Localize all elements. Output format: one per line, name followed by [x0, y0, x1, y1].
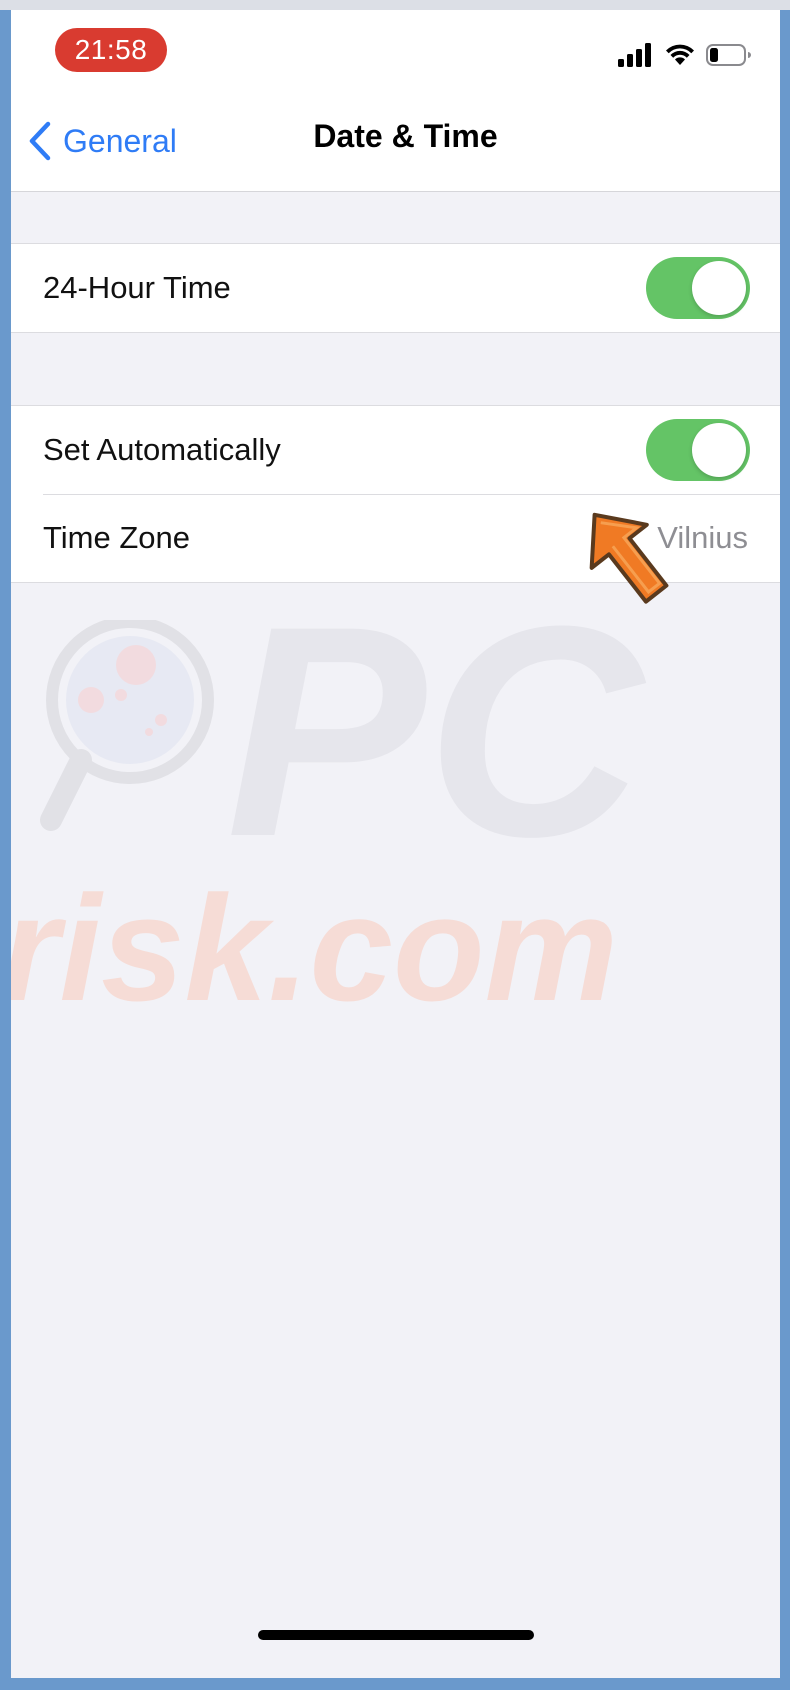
page-title: Date & Time — [313, 118, 498, 154]
settings-row-label: Time Zone — [43, 520, 191, 555]
status-icons — [618, 40, 752, 70]
home-indicator[interactable] — [258, 1630, 534, 1640]
cellular-signal-icon — [618, 43, 651, 67]
back-button[interactable]: General — [27, 115, 177, 167]
settings-row-time-zone[interactable]: Time Zone Vilnius — [11, 494, 780, 582]
toggle-knob — [692, 261, 746, 315]
group-date-time-settings: Set Automatically Time Zone Vilnius — [11, 405, 780, 583]
navigation-header: 21:58 General Date & Time — [11, 10, 780, 192]
watermark-risk: risk.com — [11, 864, 618, 1020]
phone-screen: 21:58 General Date & Time 24-Hour Time S… — [11, 10, 780, 1678]
settings-row-label: Set Automatically — [43, 432, 281, 467]
settings-row-set-automatically: Set Automatically — [11, 406, 780, 494]
pcrisk-watermark: PC risk.com — [11, 620, 646, 1020]
wifi-icon — [666, 44, 694, 65]
toggle-set-automatically[interactable] — [646, 419, 750, 481]
settings-row-label: 24-Hour Time — [43, 270, 231, 305]
back-button-label: General — [63, 122, 177, 159]
chevron-left-icon — [29, 121, 51, 161]
screenshot-top-border — [0, 0, 790, 10]
watermark-pc: PC — [226, 620, 646, 899]
status-time: 21:58 — [55, 28, 167, 72]
time-zone-value: Vilnius — [657, 520, 748, 555]
toggle-24-hour-time[interactable] — [646, 257, 750, 319]
toggle-knob — [692, 423, 746, 477]
settings-row-24-hour-time: 24-Hour Time — [11, 244, 780, 332]
battery-icon — [706, 44, 751, 66]
group-time-format: 24-Hour Time — [11, 243, 780, 333]
